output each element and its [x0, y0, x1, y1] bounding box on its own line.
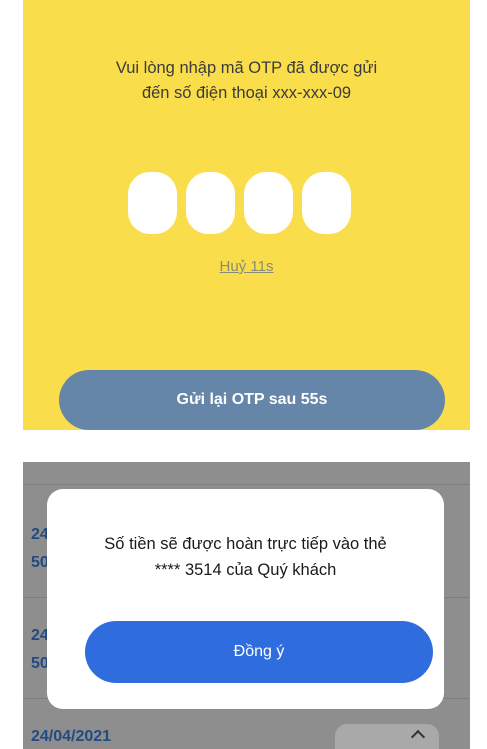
otp-digit-1[interactable]: [128, 172, 177, 234]
divider: [23, 484, 470, 485]
chevron-icon: [410, 729, 426, 745]
otp-digit-3[interactable]: [244, 172, 293, 234]
confirm-button[interactable]: Đồng ý: [85, 621, 433, 683]
dialog-message: Số tiền sẽ được hoàn trực tiếp vào thẻ *…: [104, 535, 387, 579]
resend-otp-button[interactable]: Gửi lại OTP sau 55s: [59, 370, 445, 430]
otp-instruction: Vui lòng nhập mã OTP đã được gửi đến số …: [115, 59, 378, 102]
row-3-date: 24/04/2021: [31, 728, 112, 745]
refund-dialog: Số tiền sẽ được hoàn trực tiếp vào thẻ *…: [47, 489, 444, 709]
cancel-countdown-link[interactable]: Huỷ 11s: [23, 258, 470, 275]
otp-digit-4[interactable]: [302, 172, 351, 234]
otp-digit-2[interactable]: [186, 172, 235, 234]
otp-input-group: [128, 172, 351, 234]
otp-screen: Vui lòng nhập mã OTP đã được gửi đến số …: [23, 0, 470, 430]
row-3-action-button[interactable]: [335, 724, 439, 749]
